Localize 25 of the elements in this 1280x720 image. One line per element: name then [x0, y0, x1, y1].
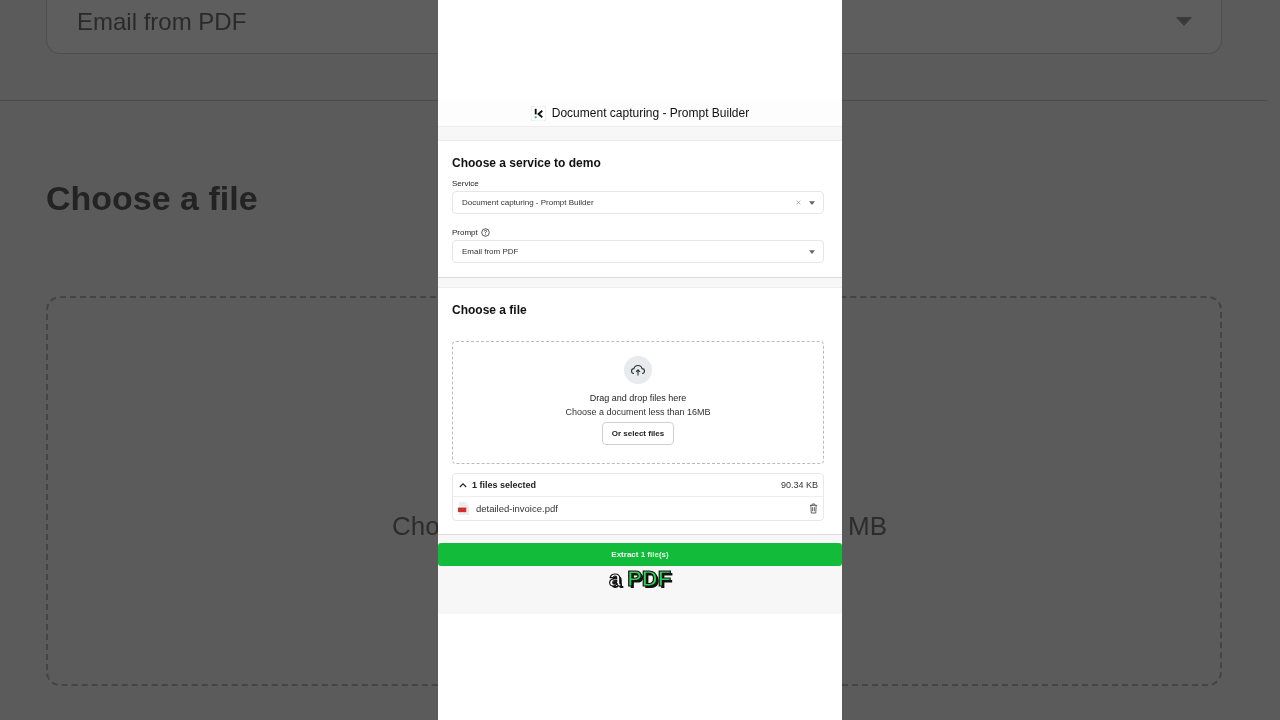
- card-title: Choose a file: [452, 303, 528, 317]
- caret-icon[interactable]: [809, 249, 815, 254]
- chevron-icon[interactable]: [459, 482, 467, 488]
- files-size: 90.34 KB: [780, 480, 818, 490]
- file-name: detailed-invoice.pdf: [476, 503, 559, 514]
- drop-hint: Choose a document less than 16MB: [565, 407, 711, 417]
- drop-title: Drag and drop files here: [589, 393, 687, 403]
- files-summary: 1 files selected: [472, 480, 538, 490]
- upload-cloud-icon: [624, 356, 652, 384]
- select-field[interactable]: Document capturing - Prompt Builder: [452, 191, 824, 214]
- app-title: Document capturing - Prompt Builder: [551, 106, 750, 120]
- help-icon[interactable]: [480, 228, 490, 237]
- pdf-file-icon: [458, 502, 469, 515]
- caret-icon: [1175, 16, 1193, 27]
- trash-icon[interactable]: [809, 503, 818, 514]
- caret-icon[interactable]: [809, 200, 815, 205]
- select-files-button[interactable]: Or select files: [601, 422, 675, 445]
- drop-zone[interactable]: Drag and drop files here Choose a document less than 16MB Or select files: [452, 341, 824, 464]
- section-heading: Choose a file: [46, 179, 258, 218]
- card-title: Choose a service to demo: [452, 156, 602, 170]
- logo-icon: [530, 105, 546, 121]
- select-field[interactable]: Email from PDF: [452, 240, 824, 263]
- field-label: Service: [452, 179, 479, 188]
- field-label: Prompt: [452, 228, 478, 237]
- caption-word: PDF: [627, 568, 672, 590]
